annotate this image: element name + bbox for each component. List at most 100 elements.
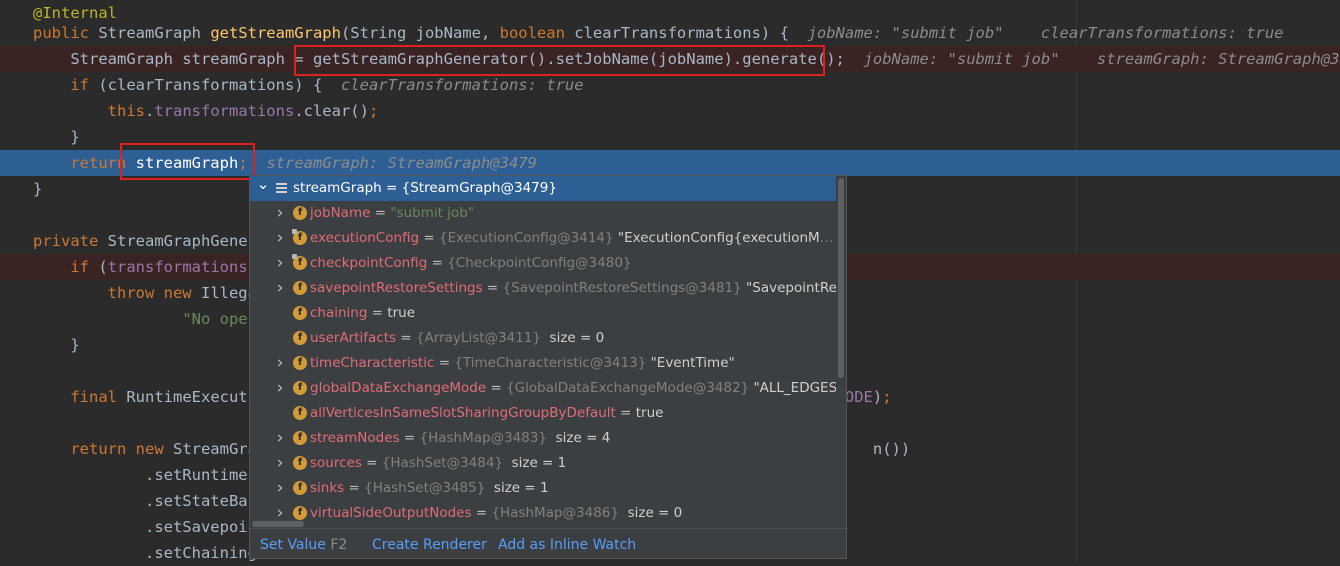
variable-value: size = 1 <box>507 455 567 471</box>
expand-chevron-icon[interactable]: › <box>273 426 287 451</box>
variable-value: "ALL_EDGES_PIPE <box>753 380 836 396</box>
add-inline-watch-action[interactable]: Add as Inline Watch <box>498 529 636 558</box>
debugger-variables-popup[interactable]: ⌄ streamGraph = {StreamGraph@3479} › f jobNa… <box>249 175 847 559</box>
variable-name: jobName <box>310 205 371 221</box>
collapse-chevron-icon[interactable]: ⌄ <box>256 176 270 197</box>
vertical-scrollbar[interactable] <box>836 176 846 526</box>
tree-row-text: savepointRestoreSettings = {SavepointRes… <box>310 276 836 301</box>
variable-value: {TimeCharacteristic@3413} <box>454 355 651 371</box>
variable-value: {SavepointRestoreSettings@3481} <box>502 280 747 296</box>
inline-debug-value: streamGraph: StreamGraph@3479 <box>266 154 537 172</box>
tree-row[interactable]: › f timeCharacteristic = {TimeCharacterist… <box>250 351 836 376</box>
tree-row-text: userArtifacts = {ArrayList@3411} size = … <box>310 326 604 351</box>
vertical-scrollbar-thumb[interactable] <box>838 178 844 378</box>
tree-row[interactable]: › f executionConfig = {ExecutionConfig@341… <box>250 226 836 251</box>
create-renderer-action[interactable]: Create Renderer <box>372 529 487 558</box>
inline-debug-value: jobName: "submit job" streamGraph: Strea… <box>863 50 1340 68</box>
variable-value: {ArrayList@3411} <box>415 330 546 346</box>
set-value-label: Set Value <box>260 537 326 553</box>
inline-debug-value: clearTransformations: true <box>340 76 584 94</box>
code-token: clearTransformations) { <box>574 24 808 42</box>
expand-chevron-icon[interactable]: › <box>273 476 287 501</box>
equals-sign: = <box>427 255 448 271</box>
code-token: "No oper <box>182 310 257 328</box>
variable-name: streamNodes <box>310 430 400 446</box>
code-token: ) <box>872 388 883 406</box>
tree-row[interactable]: › f sinks = {HashSet@3485} size = 1 <box>250 476 836 501</box>
expand-chevron-icon[interactable]: › <box>273 226 287 251</box>
tree-row[interactable]: › f globalDataExchangeMode = {GlobalDataEx… <box>250 376 836 401</box>
code-token: if <box>70 258 99 276</box>
return-value-highlight-box <box>120 143 255 180</box>
code-line[interactable]: public StreamGraph getStreamGraph(String… <box>0 20 1340 46</box>
tree-row[interactable]: › f sources = {HashSet@3484} size = 1 <box>250 451 836 476</box>
tree-row-text: jobName = "submit job" <box>310 201 474 226</box>
tree-row[interactable]: f allVerticesInSameSlotSharingGroupByDefa… <box>250 401 836 426</box>
equals-sign: = <box>361 455 382 471</box>
code-token: throw new <box>107 284 201 302</box>
equals-sign: = <box>486 380 507 396</box>
expand-chevron-icon[interactable]: › <box>273 251 287 276</box>
variable-name: executionConfig <box>310 230 420 246</box>
tree-row[interactable]: › f savepointRestoreSettings = {SavepointR… <box>250 276 836 301</box>
variable-value: {HashSet@3484} <box>381 455 508 471</box>
code-token: . <box>144 102 155 120</box>
equals-sign: = <box>615 405 636 421</box>
set-value-action[interactable]: Set Value F2 <box>260 529 348 558</box>
variable-name: chaining <box>310 305 368 321</box>
popup-footer: Set Value F2 Create Renderer Add as Inli… <box>250 528 846 558</box>
variable-name: sinks <box>310 480 345 496</box>
equals-sign: = <box>370 205 391 221</box>
code-token: } <box>33 336 80 354</box>
code-token: ; <box>882 388 892 406</box>
code-line[interactable]: this.transformations.clear(); <box>0 98 1340 124</box>
equals-sign: = <box>482 280 503 296</box>
code-token: .setChaining <box>33 544 257 562</box>
code-token: } <box>33 128 80 146</box>
code-token: ( <box>98 258 108 276</box>
variable-value: true <box>387 305 416 321</box>
tree-row[interactable]: › f jobName = "submit job" <box>250 201 836 226</box>
tree-row[interactable]: f userArtifacts = {ArrayList@3411} size =… <box>250 326 836 351</box>
variable-name: virtualSideOutputNodes <box>310 505 472 521</box>
tree-row[interactable]: f chaining = true <box>250 301 836 326</box>
field-icon: f <box>293 331 307 345</box>
tree-row[interactable]: › f checkpointConfig = {CheckpointConfig@3… <box>250 251 836 276</box>
variable-value: size = 4 <box>551 430 611 446</box>
variable-value: "submit job" <box>390 205 474 221</box>
expand-chevron-icon[interactable]: › <box>273 201 287 226</box>
final-lock-icon <box>292 254 297 259</box>
variable-value: size = 0 <box>545 330 605 346</box>
variable-value: {HashSet@3485} <box>364 480 490 496</box>
expand-chevron-icon[interactable]: › <box>273 451 287 476</box>
set-value-shortcut: F2 <box>330 537 348 553</box>
field-icon: f <box>293 406 307 420</box>
tree-row[interactable]: › f streamNodes = {HashMap@3483} size = 4 <box>250 426 836 451</box>
code-token: (clearTransformations) { <box>98 76 341 94</box>
variables-tree[interactable]: ⌄ streamGraph = {StreamGraph@3479} › f jobNa… <box>250 176 836 526</box>
code-token: StreamGraph <box>98 24 211 42</box>
equals-sign: = <box>396 330 416 346</box>
code-token: boolean <box>499 24 575 42</box>
tree-row-text: timeCharacteristic = {TimeCharacteristic… <box>310 351 735 376</box>
code-token: StreamGraph streamGraph = <box>33 50 313 68</box>
code-token: (String jobName, <box>340 24 500 42</box>
field-icon: f <box>293 281 307 295</box>
horizontal-scrollbar-thumb[interactable] <box>252 521 304 527</box>
expand-chevron-icon[interactable]: › <box>273 376 287 401</box>
tree-row-text: sinks = {HashSet@3485} size = 1 <box>310 476 549 501</box>
expand-chevron-icon[interactable]: › <box>273 276 287 301</box>
equals-sign: = <box>381 180 402 196</box>
variable-value: {CheckpointConfig@3480} <box>447 255 632 271</box>
expand-chevron-icon[interactable]: › <box>273 351 287 376</box>
horizontal-scrollbar[interactable] <box>250 520 836 528</box>
object-icon <box>276 183 287 193</box>
tree-root-row[interactable]: ⌄ streamGraph = {StreamGraph@3479} <box>250 176 836 201</box>
equals-sign: = <box>471 505 492 521</box>
field-icon: f <box>293 481 307 495</box>
field-icon: f <box>293 206 307 220</box>
